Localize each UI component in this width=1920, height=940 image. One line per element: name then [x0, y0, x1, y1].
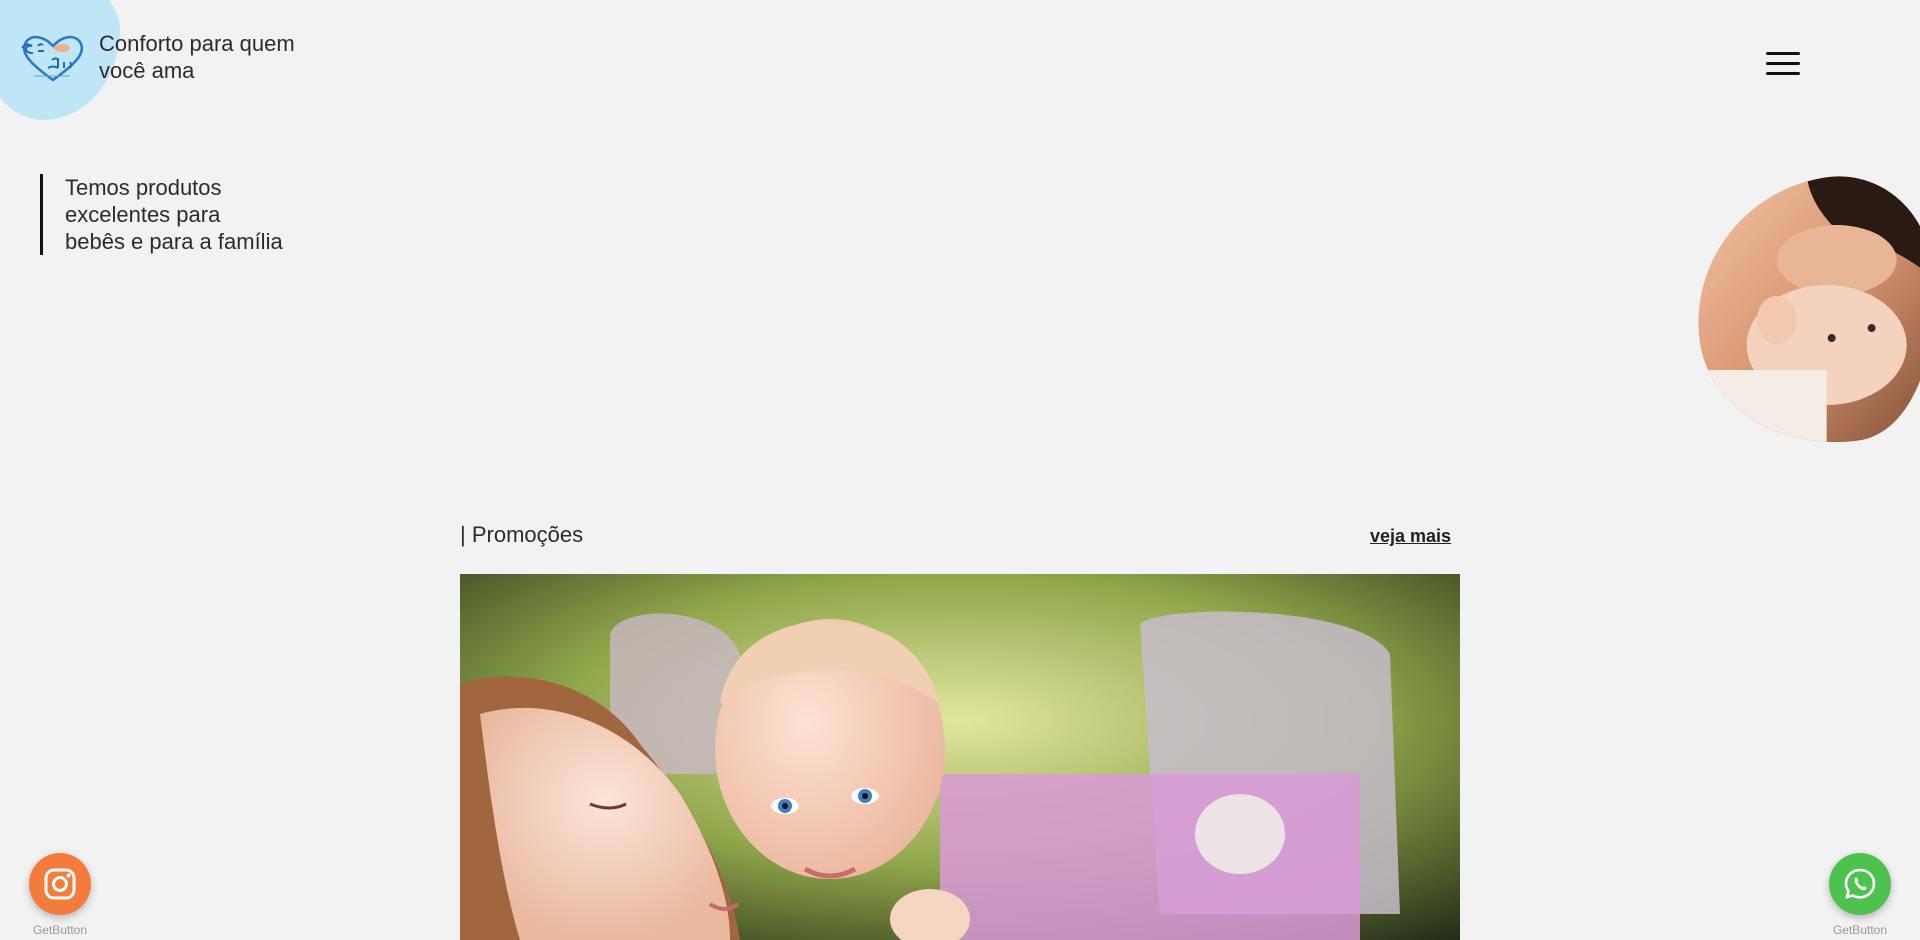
instagram-icon [44, 868, 76, 900]
whatsapp-getbutton-label: GetButton [1832, 923, 1888, 937]
hero-intro-text: Temos produtos excelentes para bebês e p… [40, 174, 285, 255]
instagram-button[interactable] [29, 853, 91, 915]
hero-mother-baby-image [1679, 164, 1920, 461]
promotion-banner-image[interactable] [460, 574, 1460, 940]
whatsapp-button[interactable] [1829, 853, 1891, 915]
whatsapp-icon [1844, 868, 1876, 899]
see-more-link[interactable]: veja mais [1370, 526, 1451, 547]
site-tagline: Conforto para quem você ama [99, 31, 295, 83]
site-logo[interactable] [18, 32, 88, 84]
promotions-title: | Promoções [460, 522, 584, 547]
hamburger-menu-icon[interactable] [1766, 52, 1800, 76]
instagram-getbutton-label: GetButton [32, 923, 88, 937]
